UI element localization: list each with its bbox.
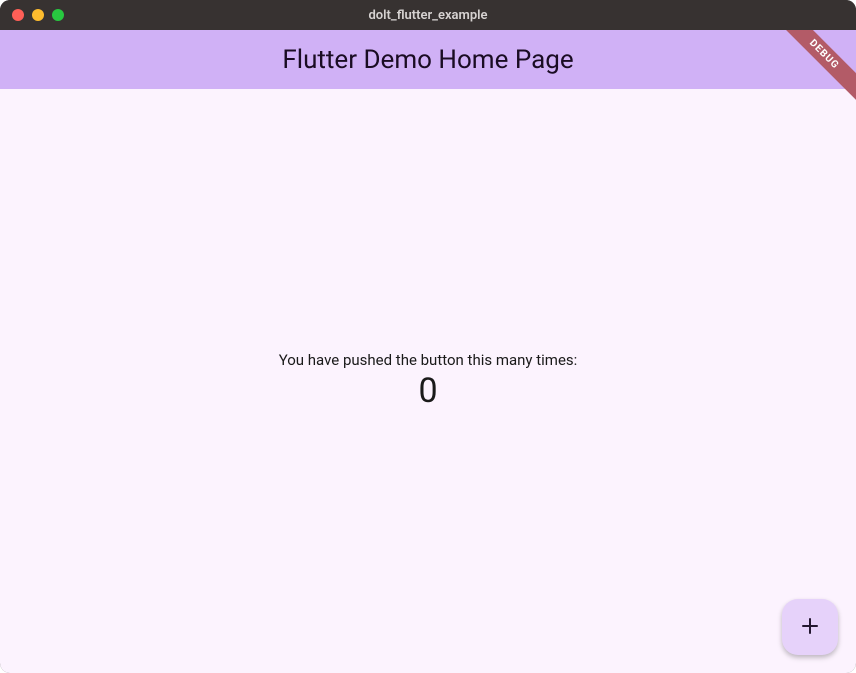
counter-label: You have pushed the button this many tim… [279,351,578,369]
plus-icon [798,614,822,641]
window-title: dolt_flutter_example [368,8,487,23]
page-title: Flutter Demo Home Page [282,45,573,75]
appbar: Flutter Demo Home Page [0,30,856,89]
app-window: dolt_flutter_example Flutter Demo Home P… [0,0,856,673]
maximize-window-button[interactable] [52,9,64,21]
titlebar[interactable]: dolt_flutter_example [0,0,856,30]
increment-button[interactable] [782,599,838,655]
counter-value: 0 [418,371,437,411]
traffic-lights [0,9,64,21]
body-content: You have pushed the button this many tim… [0,89,856,673]
app-body: Flutter Demo Home Page DEBUG You have pu… [0,30,856,673]
minimize-window-button[interactable] [32,9,44,21]
close-window-button[interactable] [12,9,24,21]
